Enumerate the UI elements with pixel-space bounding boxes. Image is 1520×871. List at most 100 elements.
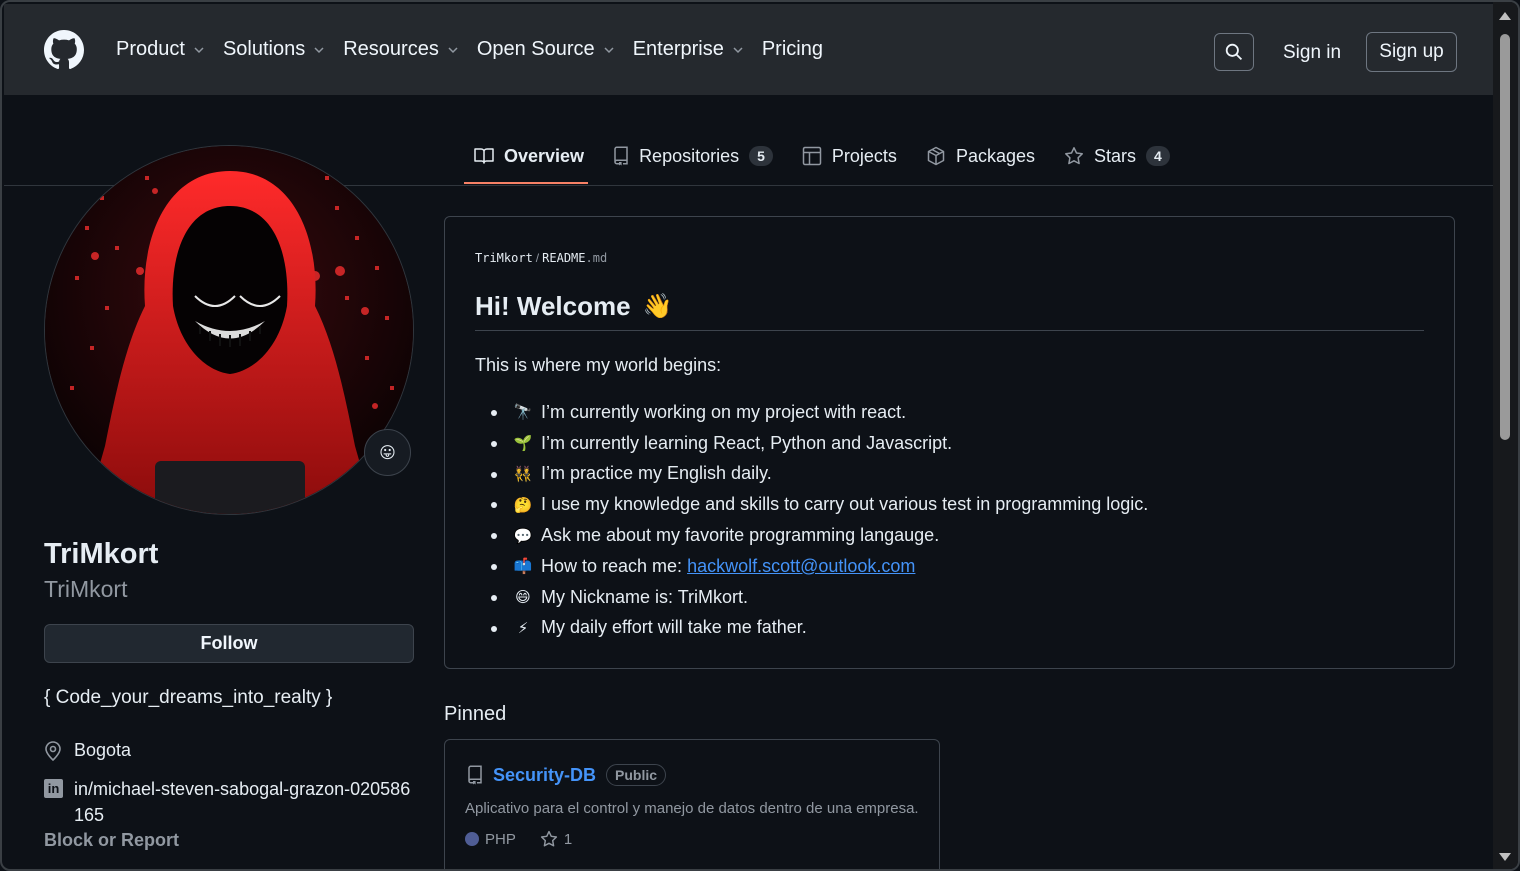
list-item: 😄 My Nickname is: TriMkort.	[491, 582, 1148, 613]
readme-path-file[interactable]: README	[542, 251, 585, 265]
tab-projects[interactable]: Projects	[792, 140, 907, 172]
book-icon	[474, 148, 494, 164]
smiling-face-icon: 😄	[515, 589, 531, 607]
hooded-figure-avatar-image	[45, 146, 413, 514]
star-icon	[1065, 147, 1083, 165]
visibility-badge: Public	[606, 764, 667, 786]
table-icon	[802, 146, 822, 166]
list-item-text: My Nickname is: TriMkort.	[541, 586, 749, 607]
list-item-text: I’m currently working on my project with…	[541, 401, 907, 422]
tab-packages[interactable]: Packages	[916, 140, 1045, 172]
pinned-repo-description: Aplicativo para el control y manejo de d…	[465, 800, 919, 817]
profile-login: TriMkort	[44, 576, 128, 602]
list-item-text: How to reach me:	[541, 555, 688, 576]
nav-pricing[interactable]: Pricing	[762, 38, 823, 61]
email-link[interactable]: hackwolf.scott@outlook.com	[687, 556, 915, 577]
readme-title-text: Hi! Welcome	[475, 291, 631, 321]
sign-up-button[interactable]: Sign up	[1366, 32, 1457, 72]
list-item: 💬 Ask me about my favorite programming la…	[491, 520, 1148, 551]
list-item-text: Ask me about my favorite programming lan…	[541, 525, 940, 546]
block-or-report-link[interactable]: Block or Report	[44, 830, 179, 851]
list-item-text: I’m currently learning React, Python and…	[541, 432, 953, 453]
list-item-text: I’m practice my English daily.	[541, 463, 772, 484]
location-text: Bogota	[74, 740, 132, 760]
tab-overview[interactable]: Overview	[464, 140, 594, 172]
list-item: ⚡ My daily effort will take me father.	[491, 613, 1148, 644]
readme-path: TriMkort / README.md	[475, 251, 607, 265]
profile-bio: { Code_your_dreams_into_realty }	[44, 687, 333, 708]
list-item-text: I use my knowledge and skills to carry o…	[541, 494, 1149, 515]
linkedin-text[interactable]: in/michael-steven-sabogal-grazon-0205861…	[74, 776, 416, 828]
search-button[interactable]	[1214, 33, 1254, 71]
nav-resources[interactable]: Resources	[343, 38, 459, 61]
readme-list: 🔭 I’m currently working on my project wit…	[491, 397, 1148, 643]
search-icon	[1225, 43, 1243, 61]
tab-stars-label: Stars	[1094, 145, 1137, 166]
repo-icon	[614, 146, 628, 166]
profile-tabs: Overview Repositories 5 Projects Package…	[464, 140, 1189, 172]
language-color-dot	[465, 832, 479, 846]
tab-repositories-label: Repositories	[639, 145, 740, 166]
sign-in-link[interactable]: Sign in	[1283, 42, 1341, 64]
mailbox-icon: 📫	[513, 558, 533, 576]
scroll-down-arrow-icon[interactable]	[1499, 853, 1511, 861]
nav-pricing-label: Pricing	[761, 38, 823, 60]
nav-open-source-label: Open Source	[476, 38, 595, 60]
status-emoji: 😛	[379, 444, 396, 462]
chevron-down-icon	[448, 46, 458, 53]
list-item: 📫 How to reach me: hackwolf.scott@outlook…	[491, 551, 1148, 582]
star-icon	[540, 830, 557, 847]
repo-stars-link[interactable]: 1	[540, 830, 572, 848]
readme-intro: This is where my world begins:	[475, 355, 722, 375]
readme-path-user[interactable]: TriMkort	[475, 251, 533, 265]
stars-count-badge: 4	[1146, 146, 1170, 166]
pinned-repo-card: Security-DB Public Aplicativo para el co…	[444, 739, 940, 869]
dancers-icon: 👯	[513, 465, 533, 483]
chevron-down-icon	[194, 46, 204, 53]
nav-resources-label: Resources	[343, 38, 439, 60]
profile-linkedin[interactable]: in in/michael-steven-sabogal-grazon-0205…	[44, 776, 416, 828]
list-item-text: My daily effort will take me father.	[541, 617, 807, 638]
nav-solutions-label: Solutions	[222, 38, 306, 60]
chevron-down-icon	[733, 46, 743, 53]
linkedin-icon: in	[44, 779, 63, 798]
tab-projects-label: Projects	[831, 145, 897, 166]
list-item: 🔭 I’m currently working on my project wit…	[491, 397, 1148, 428]
nav-product-label: Product	[116, 38, 185, 60]
follow-button[interactable]: Follow	[44, 624, 414, 663]
scroll-up-arrow-icon[interactable]	[1499, 12, 1511, 20]
main-nav: Product Solutions Resources Open Source …	[116, 38, 841, 61]
repositories-count-badge: 5	[749, 146, 773, 166]
waving-hand-icon: 👋	[642, 293, 673, 320]
repo-icon	[468, 765, 482, 785]
tab-packages-label: Packages	[955, 145, 1035, 166]
nav-enterprise[interactable]: Enterprise	[633, 38, 744, 61]
nav-solutions[interactable]: Solutions	[223, 38, 325, 61]
list-item: 🌱 I’m currently learning React, Python an…	[491, 428, 1148, 459]
scrollbar-thumb[interactable]	[1500, 34, 1510, 440]
location-pin-icon	[45, 740, 61, 761]
pinned-heading: Pinned	[444, 703, 507, 725]
package-icon	[927, 146, 945, 166]
active-tab-indicator	[464, 182, 588, 184]
readme-path-ext: .md	[585, 251, 608, 265]
tab-repositories[interactable]: Repositories 5	[603, 140, 783, 172]
pinned-repo-link[interactable]: Security-DB	[493, 765, 596, 786]
repo-language: PHP	[485, 830, 516, 848]
nav-product[interactable]: Product	[116, 38, 205, 61]
nav-open-source[interactable]: Open Source	[477, 38, 615, 61]
github-logo-icon[interactable]	[44, 30, 84, 70]
browser-frame: Product Solutions Resources Open Source …	[0, 0, 1520, 871]
status-emoji-button[interactable]: 😛	[364, 429, 411, 476]
tab-stars[interactable]: Stars 4	[1054, 140, 1180, 172]
telescope-icon: 🔭	[513, 404, 533, 422]
list-item: 🤔 I use my knowledge and skills to carry …	[491, 489, 1148, 520]
tab-overview-label: Overview	[504, 145, 585, 166]
nav-enterprise-label: Enterprise	[632, 38, 724, 60]
thinking-face-icon: 🤔	[513, 496, 533, 514]
readme-card: TriMkort / README.md Hi! Welcome 👋 This is…	[444, 216, 1455, 669]
avatar[interactable]	[44, 145, 414, 515]
site-header: Product Solutions Resources Open Source …	[4, 4, 1497, 95]
readme-path-separator: /	[535, 251, 540, 265]
page-scrollbar[interactable]	[1493, 2, 1518, 869]
